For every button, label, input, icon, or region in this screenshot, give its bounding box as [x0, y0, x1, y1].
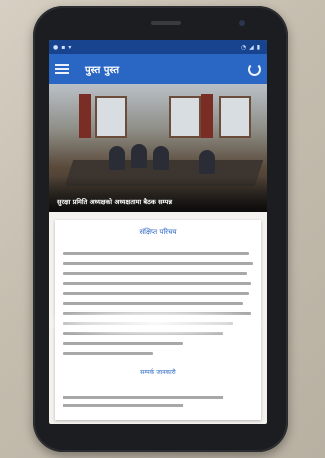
window — [219, 96, 251, 138]
signal-icon: ◢ — [249, 43, 254, 51]
person — [109, 146, 125, 170]
phone-screen: ● ▪ ▾ ◔ ◢ ▮ पुस्त पुस्त सुरक्षा प्रमिति … — [49, 40, 267, 424]
contact-link[interactable]: सम्पर्क जानकारी — [55, 368, 261, 376]
text-line — [63, 292, 249, 295]
window — [169, 96, 201, 138]
intro-card: संक्षिप्त परिचय सम्पर्क जानकारी — [49, 220, 265, 420]
card-title: संक्षिप्त परिचय — [139, 228, 177, 236]
text-line — [63, 302, 243, 305]
notification-icon: ▪ — [61, 43, 66, 51]
notification-icon: ● — [53, 43, 59, 51]
text-line — [63, 342, 183, 345]
menu-icon[interactable] — [55, 64, 69, 74]
text-line — [63, 352, 153, 355]
battery-icon: ▮ — [256, 43, 260, 51]
app-title: पुस्त पुस्त — [85, 65, 120, 76]
earpiece-speaker — [151, 21, 181, 25]
text-line — [63, 252, 249, 255]
caption-gradient — [49, 176, 267, 212]
refresh-icon[interactable] — [248, 62, 261, 76]
download-icon: ▾ — [68, 43, 72, 51]
news-caption: सुरक्षा प्रमिति अध्यक्षको अध्यक्षतामा बै… — [57, 198, 173, 206]
window — [95, 96, 127, 138]
person — [131, 144, 147, 168]
front-camera — [239, 20, 245, 26]
person — [153, 146, 169, 170]
screen-glare — [49, 308, 265, 338]
text-line — [63, 404, 183, 407]
curtain — [201, 94, 213, 138]
person — [199, 150, 215, 174]
news-photo[interactable]: सुरक्षा प्रमिति अध्यक्षको अध्यक्षतामा बै… — [49, 84, 267, 212]
text-line — [63, 396, 223, 399]
text-line — [63, 272, 247, 275]
text-line — [63, 282, 251, 285]
status-bar: ● ▪ ▾ ◔ ◢ ▮ — [49, 40, 267, 54]
curtain — [79, 94, 91, 138]
text-line — [63, 262, 253, 265]
app-bar: पुस्त पुस्त — [49, 54, 267, 84]
wifi-icon: ◔ — [240, 43, 247, 51]
